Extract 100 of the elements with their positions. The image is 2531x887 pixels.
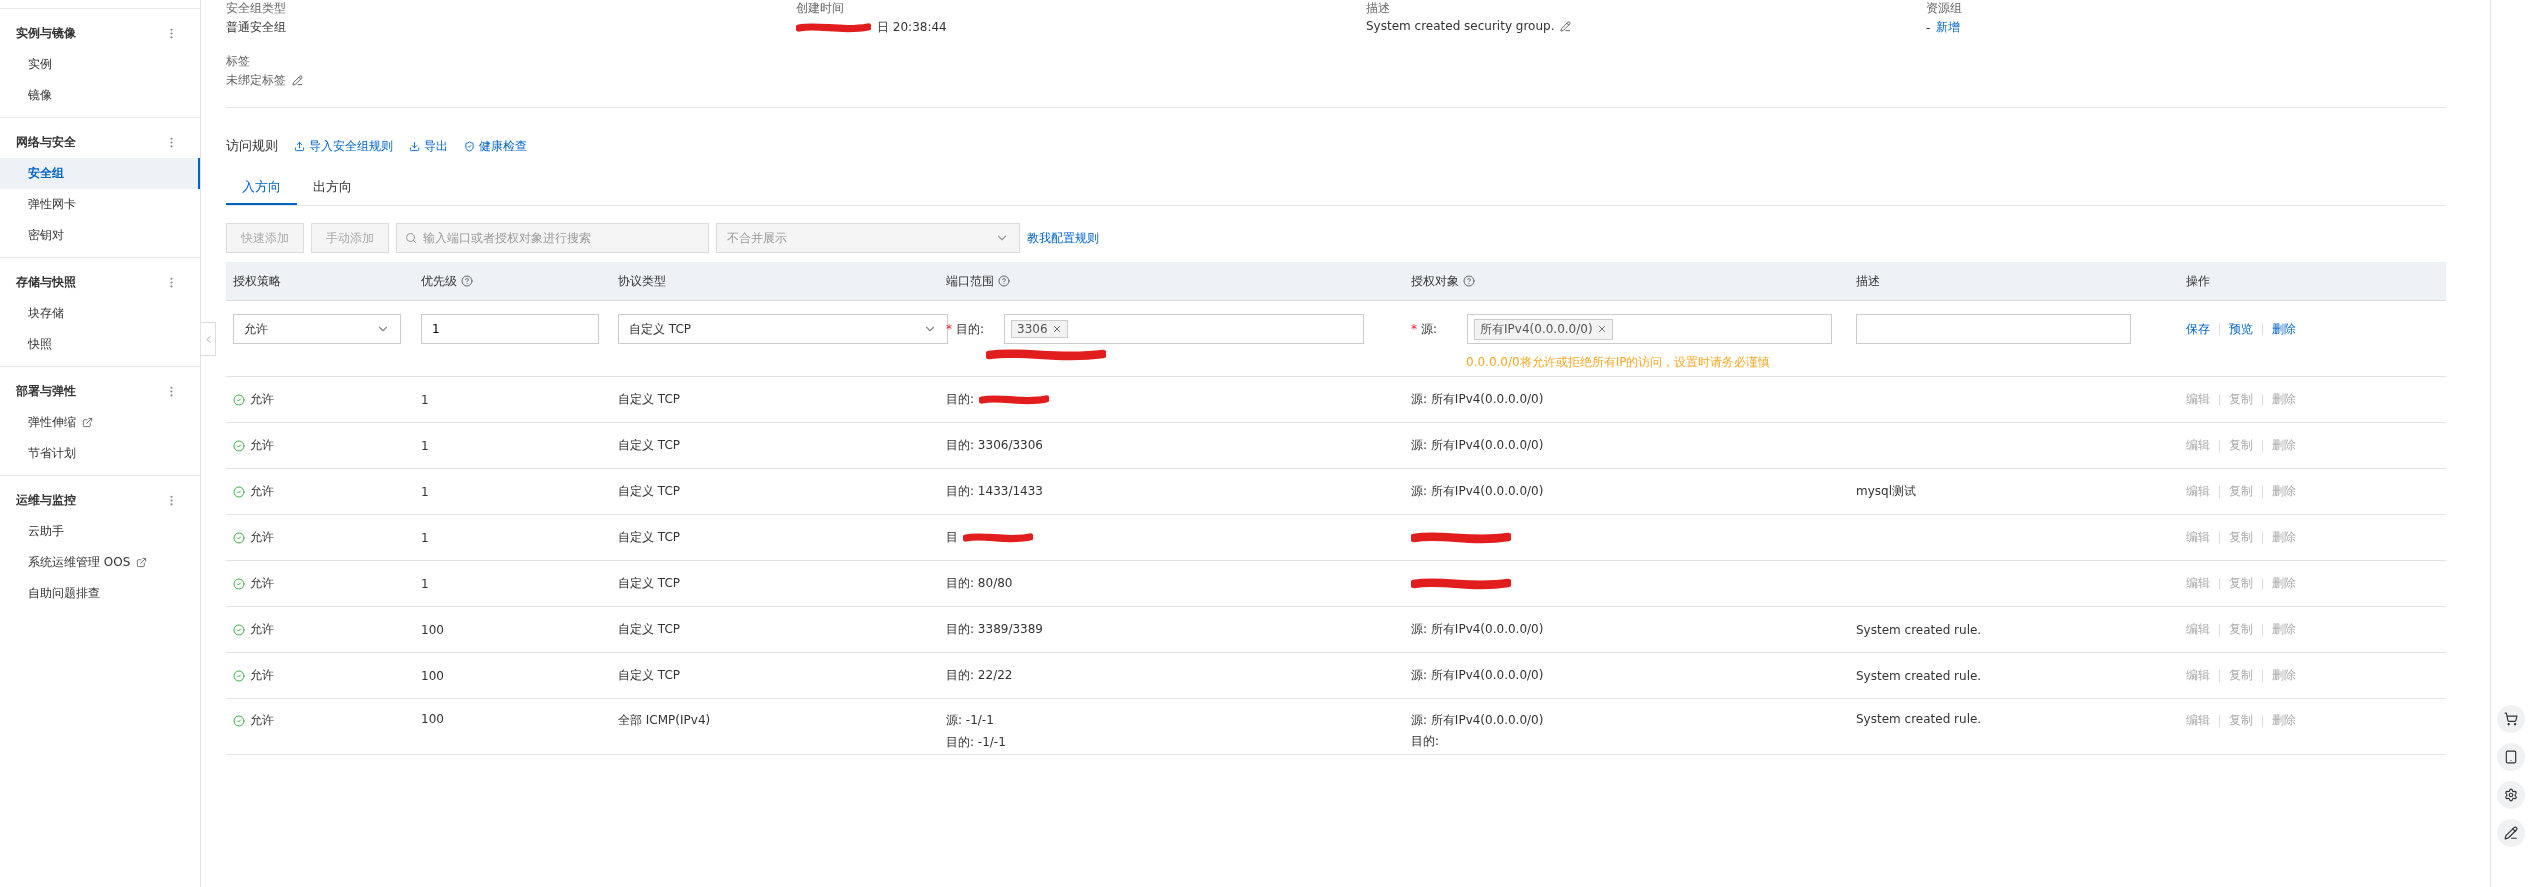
- table-cell-text: 自定义 TCP: [618, 529, 682, 546]
- table-cell: 允许: [250, 712, 274, 729]
- check-circle-icon: [233, 623, 245, 636]
- shield-icon: [464, 140, 475, 152]
- help-icon[interactable]: [461, 275, 473, 287]
- table-cell-text: System created rule.: [1856, 668, 1983, 683]
- column-header: 优先级: [421, 272, 457, 290]
- remove-icon: [1596, 324, 1607, 334]
- table-cell-text: 自定义 TCP: [618, 437, 682, 454]
- nav-group-title: 部署与弹性: [16, 382, 76, 400]
- priority-input[interactable]: 1: [421, 314, 599, 344]
- field-value: System created security group.: [1366, 19, 1555, 33]
- sidebar-item[interactable]: 镜像: [0, 80, 200, 111]
- field-label: 标签: [226, 54, 251, 68]
- table-cell: 目: [946, 529, 958, 546]
- upload-icon: [294, 140, 305, 152]
- sidebar-item[interactable]: 实例: [0, 49, 200, 80]
- rail-button[interactable]: [2497, 743, 2525, 771]
- edit-icon[interactable]: [1560, 20, 1572, 32]
- table-cell-text: mysql测试: [1856, 483, 1917, 500]
- table-cell-text: 1: [421, 484, 430, 499]
- port-field[interactable]: 3306: [1004, 314, 1365, 344]
- policy-select[interactable]: 允许: [233, 314, 401, 344]
- sidebar-item[interactable]: 自助问题排查: [0, 578, 200, 609]
- tablet-icon: [2504, 750, 2518, 764]
- search-icon: [405, 232, 417, 244]
- field-label: 资源组: [1926, 1, 1963, 15]
- sidebar-item[interactable]: 密钥对: [0, 220, 200, 251]
- port-label: * 目的:: [946, 320, 985, 338]
- nav-group-title: 存储与快照: [16, 273, 76, 291]
- sidebar-item[interactable]: 快照: [0, 329, 200, 360]
- field-value: -: [1926, 20, 1931, 35]
- header-link[interactable]: 健康检查: [464, 137, 527, 155]
- search-field[interactable]: 输入端口或者授权对象进行搜索: [396, 223, 709, 253]
- nav-group-title: 网络与安全: [16, 133, 76, 151]
- table-cell: 目的:: [946, 391, 975, 408]
- external-link-icon: [136, 557, 148, 568]
- column-header: 授权策略: [233, 272, 281, 290]
- table-cell-text: 自定义 TCP: [618, 391, 682, 408]
- table-cell: 允许: [250, 437, 274, 454]
- field-value: 普通安全组: [226, 19, 286, 36]
- table-cell-text: 自定义 TCP: [618, 483, 682, 500]
- sidebar-item[interactable]: 弹性网卡: [0, 189, 200, 220]
- table-cell: 允许: [250, 391, 274, 408]
- table-cell: 允许: [250, 529, 274, 546]
- cart-icon: [2504, 712, 2518, 726]
- help-link[interactable]: 教我配置规则: [1027, 229, 1099, 247]
- sidebar-item[interactable]: 云助手: [0, 516, 200, 547]
- row-action-link[interactable]: 预览: [2229, 320, 2253, 338]
- row-action-link[interactable]: 保存: [2186, 320, 2210, 338]
- description-input[interactable]: [1856, 314, 2131, 344]
- check-circle-icon: [233, 714, 245, 727]
- row-action-link[interactable]: 删除: [2272, 320, 2296, 338]
- help-icon[interactable]: [1463, 275, 1475, 287]
- help-icon[interactable]: [998, 275, 1010, 287]
- table-cell: 允许: [250, 483, 274, 500]
- check-circle-icon: [233, 531, 245, 544]
- table-cell-text: 自定义 TCP: [618, 621, 682, 638]
- rail-button[interactable]: [2497, 781, 2525, 809]
- table-cell-text: 目的:: [1411, 733, 1441, 750]
- source-field[interactable]: 所有IPv4(0.0.0.0/0): [1467, 314, 1833, 344]
- table-cell-text: 源: 所有IPv4(0.0.0.0/0): [1411, 621, 1545, 638]
- table-cell: 目的: 3306/3306: [946, 437, 1043, 454]
- table-cell: 目的: 22/22: [946, 667, 1013, 684]
- tab[interactable]: 入方向: [226, 172, 297, 205]
- table-cell: 允许: [250, 575, 274, 592]
- field-label: 描述: [1366, 1, 1391, 15]
- table-cell: 允许: [250, 667, 274, 684]
- table-cell-text: 源: 所有IPv4(0.0.0.0/0): [1411, 391, 1545, 408]
- display-select[interactable]: 不合并展示: [716, 223, 1020, 253]
- nav-group-title: 实例与镜像: [16, 24, 76, 42]
- sidebar-item[interactable]: 块存储: [0, 298, 200, 329]
- rail-button[interactable]: [2497, 705, 2525, 733]
- rail-button[interactable]: [2497, 819, 2525, 847]
- sidebar-item[interactable]: 系统运维管理 OOS: [0, 547, 200, 578]
- nav-group-title: 运维与监控: [16, 491, 76, 509]
- edit-icon[interactable]: [292, 75, 303, 86]
- table-cell-text: 自定义 TCP: [618, 667, 682, 684]
- table-cell-text: System created rule.: [1856, 712, 1983, 726]
- check-circle-icon: [233, 669, 245, 682]
- sidebar-item[interactable]: 安全组: [0, 158, 200, 189]
- warning-text: 0.0.0.0/0将允许或拒绝所有IP的访问，设置时请务必谨慎: [1466, 354, 1772, 371]
- header-link[interactable]: 导入安全组规则: [294, 137, 393, 155]
- table-cell: 目的: 3389/3389: [946, 621, 1043, 638]
- column-header: 协议类型: [618, 272, 666, 290]
- column-header: 操作: [2186, 272, 2210, 290]
- column-header: 授权对象: [1411, 272, 1459, 290]
- table-cell-text: 源: 所有IPv4(0.0.0.0/0): [1411, 437, 1545, 454]
- table-cell-text: 源: 所有IPv4(0.0.0.0/0): [1411, 667, 1545, 684]
- tab[interactable]: 出方向: [297, 172, 368, 205]
- field-value: 日 20:38:44: [877, 19, 947, 36]
- table-cell: 目的: -1/-1: [946, 734, 1006, 751]
- section-title: 访问规则: [226, 137, 278, 155]
- sidebar-item[interactable]: 节省计划: [0, 438, 200, 469]
- field-label: 创建时间: [796, 1, 845, 15]
- add-link[interactable]: 新增: [1936, 19, 1961, 36]
- header-link[interactable]: 导出: [409, 137, 448, 155]
- table-cell-text: 自定义 TCP: [618, 575, 682, 592]
- pen-icon: [2504, 826, 2518, 840]
- sidebar-item[interactable]: 弹性伸缩: [0, 407, 200, 438]
